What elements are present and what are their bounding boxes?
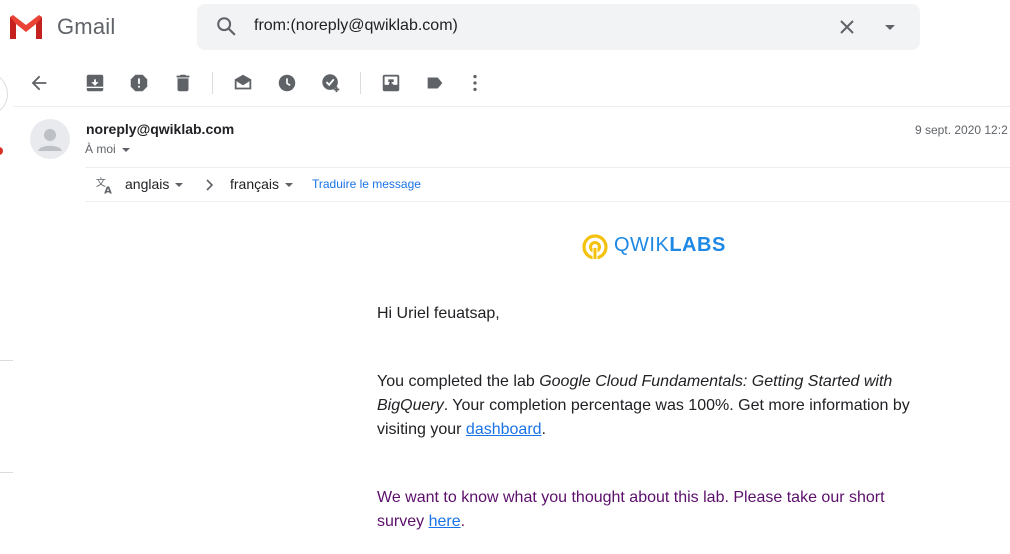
brand-bold-text: LABS	[669, 234, 726, 256]
completion-end: .	[541, 421, 546, 438]
target-language-label: français	[230, 176, 280, 192]
chevron-down-icon	[285, 183, 294, 188]
chevron-down-icon	[175, 183, 184, 188]
survey-paragraph: We want to know what you thought about t…	[377, 486, 917, 534]
dashboard-link[interactable]: dashboard	[466, 421, 542, 438]
completion-suffix: . Your completion percentage was 100%. G…	[377, 397, 910, 438]
sidebar-divider	[0, 360, 13, 361]
toolbar-divider	[360, 72, 361, 94]
sidebar-divider	[0, 472, 13, 473]
search-input[interactable]: from:(noreply@qwiklab.com)	[254, 17, 458, 35]
survey-link[interactable]: here	[429, 513, 461, 530]
report-spam-icon[interactable]	[128, 72, 150, 94]
clear-search-icon[interactable]	[835, 15, 859, 39]
recipient-details[interactable]: À moi	[85, 142, 130, 156]
gmail-logo-icon[interactable]	[8, 13, 44, 41]
svg-text:A: A	[104, 185, 112, 195]
completion-prefix: You completed the lab	[377, 373, 540, 390]
source-language-label: anglais	[125, 176, 170, 192]
chevron-right-icon	[204, 178, 216, 192]
more-vert-icon[interactable]	[464, 72, 486, 94]
app-name[interactable]: Gmail	[57, 14, 115, 40]
snooze-icon[interactable]	[276, 72, 298, 94]
translate-icon: 文A	[95, 175, 115, 197]
greeting-text: Hi Uriel feuatsap,	[377, 305, 500, 322]
brand-light-text: QWIK	[614, 234, 670, 256]
back-arrow-icon[interactable]	[28, 72, 50, 94]
inbox-active-indicator	[0, 147, 3, 155]
translate-message-link[interactable]: Traduire le message	[312, 177, 421, 191]
completion-paragraph: You completed the lab Google Cloud Funda…	[377, 370, 917, 442]
search-options-icon[interactable]	[880, 18, 900, 36]
toolbar-divider	[212, 72, 213, 94]
recipient-label: À moi	[85, 142, 116, 156]
translate-divider	[85, 201, 1010, 202]
brand-wordmark: QWIKLABS	[614, 234, 726, 257]
toolbar-divider-line	[13, 106, 1010, 107]
sender-avatar[interactable]	[30, 119, 70, 159]
chevron-down-icon[interactable]	[121, 147, 130, 152]
target-language-select[interactable]: français	[230, 176, 294, 192]
delete-icon[interactable]	[172, 72, 194, 94]
search-icon[interactable]	[215, 15, 237, 37]
source-language-select[interactable]: anglais	[125, 176, 184, 192]
archive-icon[interactable]	[84, 72, 106, 94]
header-divider	[85, 167, 1010, 168]
qwiklabs-logo-icon	[582, 233, 610, 261]
label-icon[interactable]	[424, 72, 446, 94]
survey-end: .	[460, 513, 466, 530]
message-date: 9 sept. 2020 12:2	[915, 123, 1008, 137]
mark-unread-icon[interactable]	[232, 72, 254, 94]
sender-email[interactable]: noreply@qwiklab.com	[86, 121, 234, 137]
compose-button-edge[interactable]	[0, 72, 8, 116]
add-to-tasks-icon[interactable]	[320, 72, 342, 94]
move-to-icon[interactable]	[380, 72, 402, 94]
